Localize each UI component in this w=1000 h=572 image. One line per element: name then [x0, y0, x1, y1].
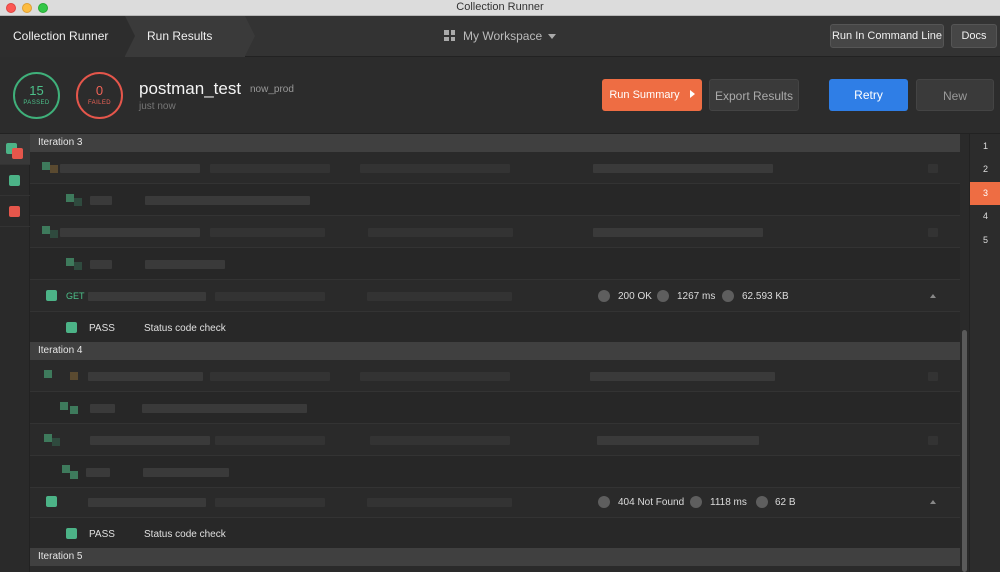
environment-name: now_prod	[250, 84, 294, 95]
request-method: GET	[66, 291, 85, 301]
iteration-header: Iteration 5	[30, 548, 960, 566]
results-list: Iteration 3 GET 200 OK 1267 ms 62.593 KB…	[30, 134, 960, 572]
breadcrumb-collection-runner[interactable]: Collection Runner	[0, 16, 125, 57]
chevron-up-icon[interactable]	[930, 294, 936, 298]
fail-square-icon	[9, 206, 20, 217]
iteration-nav-4[interactable]: 4	[970, 205, 1000, 228]
test-result-row: PASS Status code check	[30, 518, 960, 550]
fail-square-icon	[12, 148, 23, 159]
failed-count-ring: 0 FAILED	[76, 72, 123, 119]
filter-all[interactable]	[0, 134, 30, 165]
pass-square-icon	[66, 322, 77, 333]
workspace-name: My Workspace	[463, 29, 543, 43]
docs-button[interactable]: Docs	[951, 24, 997, 48]
pass-square-icon	[66, 528, 77, 539]
failed-label: FAILED	[87, 100, 112, 106]
workspace-switcher[interactable]: My Workspace	[444, 16, 557, 57]
test-result-row: PASS Status code check	[30, 312, 960, 344]
test-name: Status code check	[144, 529, 226, 540]
run-summary-bar: 15 PASSED 0 FAILED postman_test now_prod…	[0, 57, 1000, 134]
request-row[interactable]	[30, 152, 960, 184]
test-result: PASS	[89, 323, 115, 334]
pass-square-icon	[46, 290, 57, 301]
filter-failed[interactable]	[0, 196, 30, 227]
export-results-button[interactable]: Export Results	[709, 79, 799, 111]
request-row[interactable]	[30, 184, 960, 216]
size-indicator	[722, 290, 734, 302]
request-row[interactable]: 404 Not Found 1118 ms 62 B	[30, 486, 960, 518]
response-status: 200 OK	[618, 291, 652, 302]
status-indicator	[598, 290, 610, 302]
time-indicator	[657, 290, 669, 302]
request-row[interactable]	[30, 392, 960, 424]
window-titlebar: Collection Runner	[0, 0, 1000, 16]
iteration-nav-5[interactable]: 5	[970, 229, 1000, 252]
request-row[interactable]	[30, 216, 960, 248]
filter-passed[interactable]	[0, 165, 30, 196]
new-button[interactable]: New	[916, 79, 994, 111]
workspace-grid-icon	[444, 30, 455, 41]
iteration-nav-3[interactable]: 3	[970, 182, 1000, 205]
response-time: 1267 ms	[677, 291, 716, 302]
response-status: 404 Not Found	[618, 497, 685, 508]
time-indicator	[690, 496, 702, 508]
chevron-up-icon[interactable]	[930, 500, 936, 504]
passed-count: 15	[29, 83, 44, 98]
request-row[interactable]: GET 200 OK 1267 ms 62.593 KB	[30, 280, 960, 312]
passed-count-ring: 15 PASSED	[13, 72, 60, 119]
test-result: PASS	[89, 529, 115, 540]
iteration-header: Iteration 4	[30, 342, 960, 360]
chevron-down-icon	[548, 34, 557, 39]
iteration-header: Iteration 3	[30, 134, 960, 152]
failed-count: 0	[95, 83, 104, 98]
run-in-command-line-button[interactable]: Run In Command Line	[830, 24, 944, 48]
iteration-navigator: 1 2 3 4 5	[969, 134, 1000, 572]
run-time: just now	[139, 101, 176, 112]
response-size: 62 B	[775, 497, 796, 508]
iteration-nav-1[interactable]: 1	[970, 135, 1000, 158]
scrollbar-thumb[interactable]	[962, 330, 967, 572]
run-name: postman_test	[139, 79, 242, 98]
request-row[interactable]	[30, 424, 960, 456]
status-indicator	[598, 496, 610, 508]
run-summary-button[interactable]: Run Summary	[602, 79, 702, 111]
passed-label: PASSED	[23, 100, 50, 106]
request-row[interactable]	[30, 248, 960, 280]
response-size: 62.593 KB	[742, 291, 789, 302]
results-scrollbar[interactable]	[960, 134, 969, 572]
pass-square-icon	[46, 496, 57, 507]
pass-square-icon	[9, 175, 20, 186]
size-indicator	[756, 496, 768, 508]
response-time: 1118 ms	[710, 497, 747, 508]
request-row[interactable]	[30, 360, 960, 392]
runner-header: Collection Runner Run Results My Workspa…	[0, 16, 1000, 57]
test-name: Status code check	[144, 323, 226, 334]
result-filter-rail	[0, 134, 30, 572]
window-title: Collection Runner	[456, 1, 544, 13]
request-row[interactable]	[30, 456, 960, 488]
iteration-nav-2[interactable]: 2	[970, 158, 1000, 181]
run-summary-label: Run Summary	[609, 89, 680, 101]
play-arrow-icon	[689, 90, 695, 98]
retry-button[interactable]: Retry	[829, 79, 908, 111]
breadcrumb-run-results[interactable]: Run Results	[125, 16, 255, 57]
